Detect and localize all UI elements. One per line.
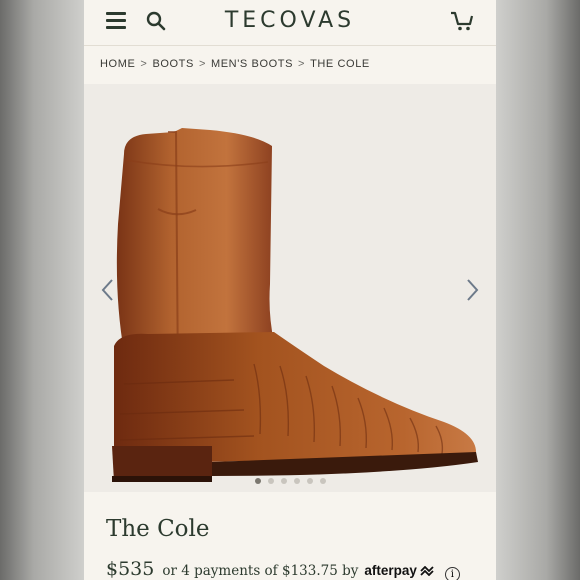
price-row: $535 or 4 payments of $133.75 by afterpa…	[106, 558, 460, 580]
breadcrumb-current: THE COLE	[310, 58, 370, 70]
carousel-dot[interactable]	[254, 478, 261, 484]
breadcrumb-home[interactable]: HOME	[100, 58, 135, 70]
carousel-dot[interactable]	[306, 478, 313, 484]
brand-logo[interactable]: TECOVAS	[84, 8, 496, 33]
breadcrumb-separator: >	[198, 58, 206, 70]
carousel-dot[interactable]	[319, 478, 326, 484]
previous-image-arrow[interactable]	[98, 276, 118, 304]
phone-screen: TECOVAS HOME > BOOTS > MEN'S BOOTS > THE…	[84, 0, 496, 580]
top-nav-bar: TECOVAS	[84, 0, 496, 46]
backdrop-left	[0, 0, 84, 580]
product-gallery[interactable]	[84, 84, 496, 492]
afterpay-logo[interactable]: afterpay	[364, 563, 435, 578]
breadcrumb-mens-boots[interactable]: MEN'S BOOTS	[211, 58, 293, 70]
next-image-arrow[interactable]	[462, 276, 482, 304]
carousel-dots	[84, 478, 496, 484]
breadcrumb-separator: >	[298, 58, 306, 70]
carousel-dot[interactable]	[280, 478, 287, 484]
carousel-dot[interactable]	[293, 478, 300, 484]
installment-text: or 4 payments of $133.75 by	[162, 563, 359, 579]
info-icon[interactable]: i	[444, 567, 460, 580]
product-price: $535	[106, 558, 155, 580]
breadcrumb-boots[interactable]: BOOTS	[152, 58, 194, 70]
breadcrumb: HOME > BOOTS > MEN'S BOOTS > THE COLE	[84, 46, 496, 82]
afterpay-arrows-icon	[420, 565, 434, 576]
cart-icon[interactable]	[450, 10, 474, 32]
breadcrumb-separator: >	[140, 58, 148, 70]
afterpay-label: afterpay	[364, 563, 417, 578]
boot-image	[112, 128, 478, 482]
carousel-dot[interactable]	[267, 478, 274, 484]
product-title: The Cole	[106, 516, 210, 542]
backdrop-right	[496, 0, 580, 580]
